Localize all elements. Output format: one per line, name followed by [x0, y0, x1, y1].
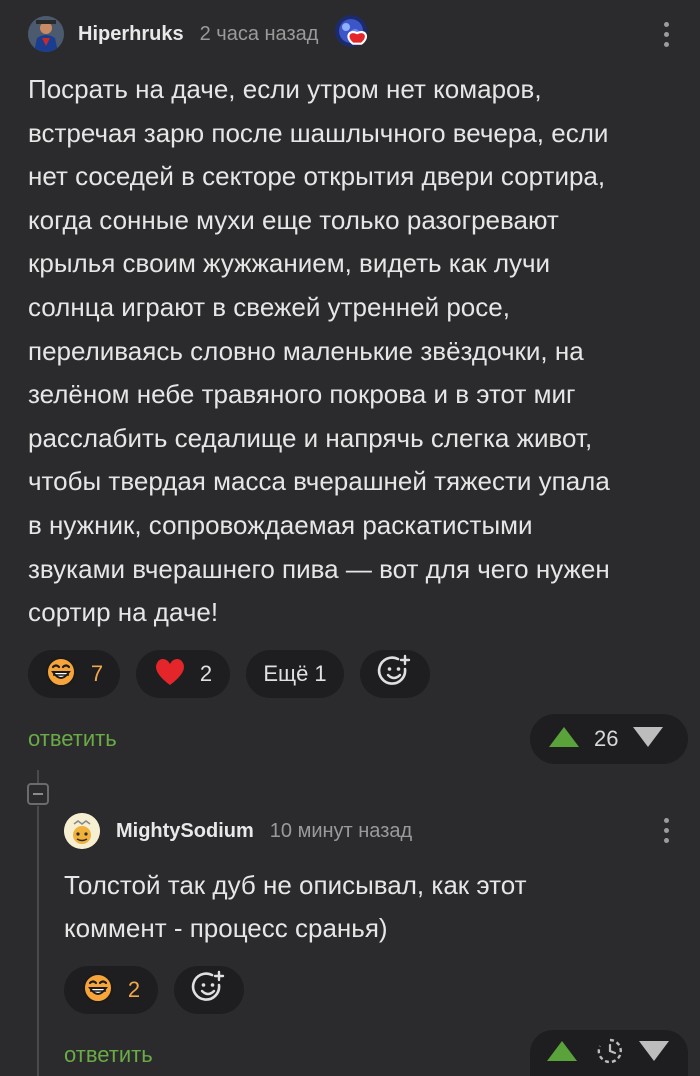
minus-icon — [33, 793, 43, 795]
add-reaction-button[interactable] — [360, 650, 430, 698]
reaction-laugh-count: 2 — [127, 977, 141, 1002]
timestamp: 2 часа назад — [199, 22, 319, 45]
reaction-laugh-button[interactable]: 7 — [28, 650, 120, 698]
reaction-heart-button[interactable]: 2 — [136, 650, 230, 698]
heart-icon — [154, 657, 186, 692]
add-reaction-icon — [377, 654, 413, 695]
reaction-laugh-count: 7 — [90, 661, 104, 686]
downvote-icon[interactable] — [638, 1040, 670, 1067]
comment-header: Hiperhruks 2 часа назад — [28, 14, 370, 54]
reaction-heart-count: 2 — [199, 661, 213, 686]
reaction-laugh-button[interactable]: 2 — [64, 966, 158, 1014]
thread-line-top — [37, 770, 39, 784]
more-reactions-label: Ещё 1 — [263, 661, 327, 686]
comment-header: MightySodium 10 минут назад — [64, 812, 412, 850]
vote-box — [530, 1030, 688, 1076]
comment-body: Толстой так дуб не описывал, как этот ко… — [64, 870, 527, 943]
more-reactions-button[interactable]: Ещё 1 — [246, 650, 344, 698]
author-name[interactable]: MightySodium — [116, 820, 254, 843]
upvote-icon[interactable] — [546, 1040, 578, 1067]
add-reaction-icon — [191, 970, 227, 1011]
award-badge-icon[interactable] — [334, 14, 370, 55]
reply-button[interactable]: ответить — [28, 726, 117, 752]
comment-thread: Hiperhruks 2 часа назад Посрать на даче,… — [0, 0, 700, 1076]
reply-button[interactable]: ответить — [64, 1042, 153, 1068]
author-name[interactable]: Hiperhruks — [78, 23, 184, 46]
add-reaction-button[interactable] — [174, 966, 244, 1014]
timestamp: 10 минут назад — [269, 819, 413, 842]
laughing-face-icon — [45, 656, 77, 693]
laughing-face-icon — [82, 972, 114, 1009]
timer-icon — [596, 1037, 624, 1070]
thread-line — [37, 806, 39, 1076]
more-options-icon[interactable] — [654, 16, 678, 52]
upvote-icon[interactable] — [548, 726, 580, 753]
comment-body: Посрать на даче, если утром нет комаров,… — [28, 74, 610, 628]
avatar[interactable] — [64, 813, 100, 849]
downvote-icon[interactable] — [632, 726, 664, 753]
vote-box: 26 — [530, 714, 688, 764]
collapse-thread-button[interactable] — [27, 783, 49, 805]
avatar[interactable] — [28, 16, 64, 52]
rating-count: 26 — [594, 726, 619, 751]
more-options-icon[interactable] — [654, 812, 678, 848]
